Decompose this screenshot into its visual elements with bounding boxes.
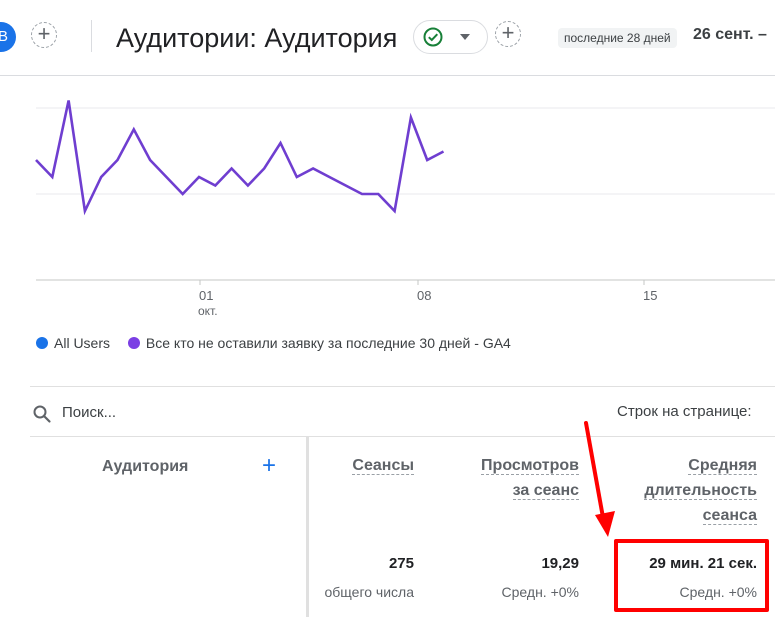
- x-tick-label: 15: [643, 288, 657, 303]
- divider: [30, 436, 775, 437]
- add-report-button[interactable]: +: [495, 21, 521, 47]
- search-icon: [33, 405, 51, 423]
- legend-label: All Users: [54, 335, 111, 351]
- column-header-line: Сеансы: [352, 457, 414, 475]
- legend-item-segment[interactable]: Все кто не оставили заявку за последние …: [127, 335, 511, 351]
- column-header-line: Средняя: [688, 457, 757, 475]
- annotation-arrow-icon: [584, 421, 615, 537]
- dimension-column-header[interactable]: Аудитория: [102, 458, 188, 476]
- column-header-line: Просмотров: [481, 457, 579, 475]
- divider: [30, 386, 775, 387]
- page-title: Аудитории: Аудитория: [116, 23, 398, 53]
- legend-label: Все кто не оставили заявку за последние …: [145, 335, 511, 351]
- x-tick-label: 01: [199, 288, 213, 303]
- column-separator: [306, 436, 309, 617]
- x-tick-label: 08: [417, 288, 431, 303]
- column-header-views-per-session[interactable]: Просмотров за сеанс: [481, 453, 579, 503]
- comparison-avatar[interactable]: В: [0, 22, 16, 52]
- report-header: В + Аудитории: Аудитория + последние 28 …: [0, 0, 775, 76]
- report-status-dropdown[interactable]: [413, 20, 488, 54]
- total-sessions-value: 275: [388, 555, 414, 572]
- line-chart: 01 окт. 08 15: [0, 76, 775, 326]
- column-header-line: сеанса: [702, 507, 757, 525]
- header-divider: [91, 20, 92, 52]
- total-views-sub: Средн. +0%: [501, 584, 579, 600]
- annotation-highlight-box: [614, 539, 769, 612]
- chevron-down-icon: [460, 34, 470, 40]
- column-header-sessions[interactable]: Сеансы: [352, 453, 414, 478]
- chart-svg: 01окт. 08 15: [35, 100, 775, 318]
- x-tick-label: окт.: [198, 304, 218, 318]
- add-dimension-button[interactable]: +: [262, 453, 276, 479]
- legend-item-all-users[interactable]: All Users: [36, 335, 110, 351]
- date-range-picker[interactable]: 26 сент. –: [693, 26, 767, 44]
- check-circle-icon: [423, 27, 443, 47]
- total-sessions-sub: общего числа: [324, 584, 415, 600]
- column-header-avg-session-duration[interactable]: Средняя длительность сеанса: [644, 453, 757, 528]
- total-views-value: 19,29: [541, 555, 579, 572]
- legend-dot: [36, 337, 48, 349]
- rows-per-page-label: Строк на странице:: [617, 403, 752, 420]
- chart-legend: All Users Все кто не оставили заявку за …: [36, 335, 525, 351]
- column-header-line: длительность: [644, 482, 757, 500]
- period-badge: последние 28 дней: [558, 28, 677, 48]
- legend-dot: [127, 337, 140, 349]
- add-comparison-button[interactable]: +: [31, 22, 57, 48]
- column-header-line: за сеанс: [512, 482, 579, 500]
- search-input[interactable]: [62, 400, 362, 424]
